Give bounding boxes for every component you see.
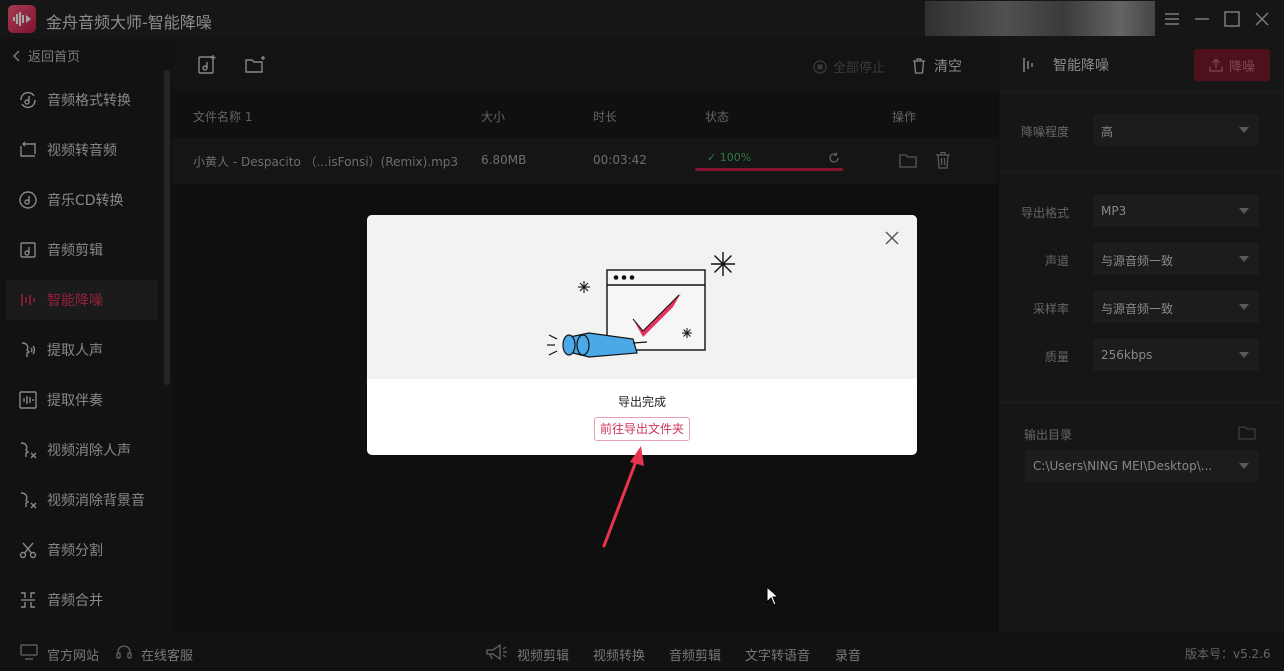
export-success-illustration [547,252,735,358]
open-export-folder-button[interactable]: 前往导出文件夹 [594,417,690,441]
close-dialog-icon[interactable] [884,230,900,246]
annotation-arrow [602,446,644,548]
dialog-illustration-area [367,215,917,379]
export-complete-dialog: 导出完成 前往导出文件夹 [367,215,917,455]
mouse-cursor-icon [766,586,780,606]
export-complete-message: 导出完成 [617,395,666,409]
